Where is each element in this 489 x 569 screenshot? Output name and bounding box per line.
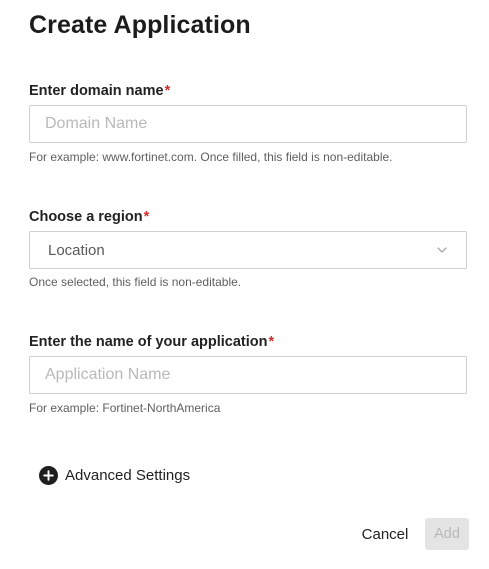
- region-label-text: Choose a region: [29, 209, 143, 225]
- region-helper-text: Once selected, this field is non-editabl…: [29, 275, 242, 289]
- required-mark: *: [268, 334, 275, 350]
- domain-input-wrapper: [29, 105, 467, 143]
- plus-circle-icon: [39, 466, 58, 485]
- domain-label-text: Enter domain name: [29, 83, 164, 99]
- app-name-helper-text: For example: Fortinet-NorthAmerica: [29, 401, 221, 415]
- required-mark: *: [143, 209, 150, 225]
- region-select[interactable]: Location: [29, 231, 467, 269]
- domain-name-input[interactable]: [30, 106, 466, 142]
- advanced-settings-label: Advanced Settings: [65, 467, 191, 484]
- domain-field-label: Enter domain name*: [29, 82, 170, 100]
- cancel-button[interactable]: Cancel: [352, 518, 418, 550]
- domain-helper-text: For example: www.fortinet.com. Once fill…: [29, 150, 393, 164]
- app-name-label-text: Enter the name of your application: [29, 334, 268, 350]
- application-name-input[interactable]: [30, 357, 466, 393]
- chevron-down-icon: [436, 244, 448, 256]
- dialog-title: Create Application: [29, 11, 251, 39]
- region-selected-value: Location: [48, 241, 105, 259]
- advanced-settings-toggle[interactable]: Advanced Settings: [39, 466, 190, 485]
- app-name-input-wrapper: [29, 356, 467, 394]
- required-mark: *: [164, 83, 171, 99]
- add-button[interactable]: Add: [425, 518, 469, 550]
- app-name-field-label: Enter the name of your application*: [29, 333, 274, 351]
- region-field-label: Choose a region*: [29, 208, 149, 226]
